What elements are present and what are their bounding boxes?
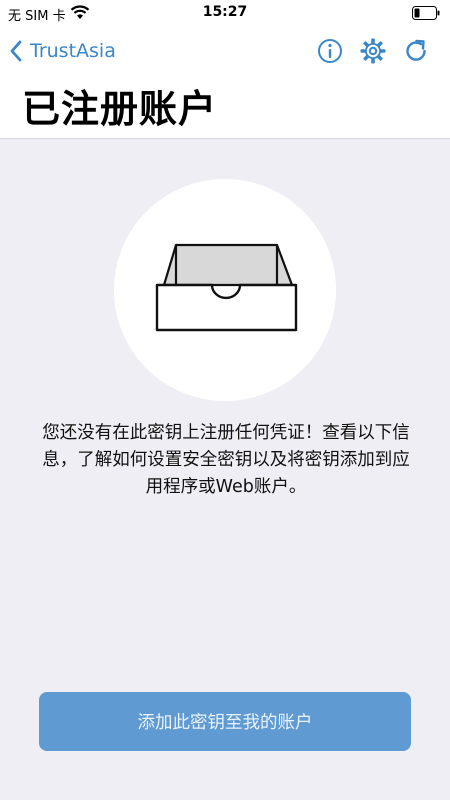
add-key-to-account-button[interactable]: 添加此密钥至我的账户: [39, 692, 411, 751]
gear-icon[interactable]: [359, 37, 387, 65]
navigation-header: TrustAsia 已注册账户: [0, 26, 450, 139]
back-button-label: TrustAsia: [30, 40, 116, 62]
status-bar: 无 SIM 卡 15:27: [0, 0, 450, 26]
info-icon[interactable]: [316, 37, 344, 65]
empty-state-message: 您还没有在此密钥上注册任何凭证！查看以下信息，了解如何设置安全密钥以及将密钥添加…: [42, 423, 410, 497]
empty-tray-icon: [155, 243, 298, 332]
refresh-icon[interactable]: [402, 37, 430, 65]
battery-icon: [412, 6, 440, 20]
empty-state-illustration: [114, 179, 336, 401]
clock: 15:27: [202, 4, 248, 20]
back-button[interactable]: TrustAsia: [8, 36, 116, 66]
chevron-left-icon: [10, 40, 22, 62]
page-title: 已注册账户: [22, 87, 218, 131]
